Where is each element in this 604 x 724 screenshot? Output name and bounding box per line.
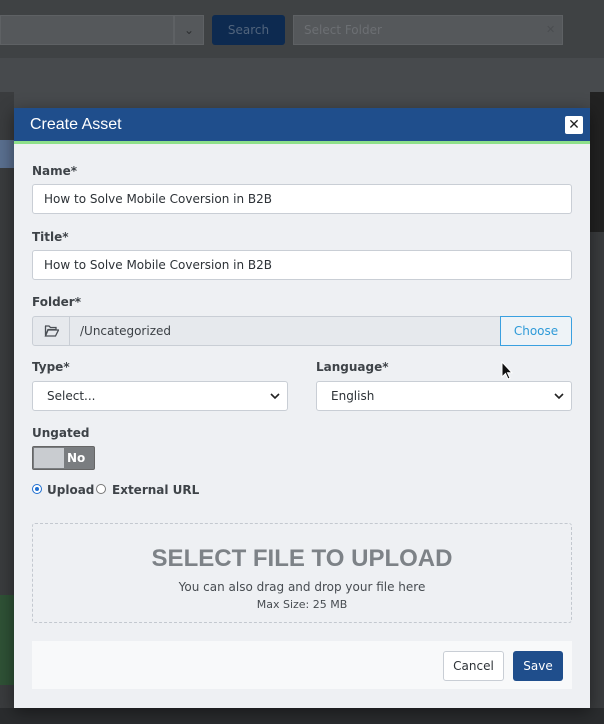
dropzone-title: SELECT FILE TO UPLOAD	[151, 545, 453, 572]
toggle-state-label: No	[67, 451, 86, 465]
ungated-toggle[interactable]: No	[32, 446, 95, 470]
dropzone-subtitle: You can also drag and drop your file her…	[178, 580, 426, 594]
background-card-left-image	[0, 595, 14, 685]
background-clear-icon: ✕	[546, 23, 556, 36]
chevron-down-icon	[554, 393, 564, 400]
ungated-label: Ungated	[32, 426, 90, 440]
background-filter-select	[0, 15, 174, 45]
upload-radio-label[interactable]: Upload	[47, 483, 94, 497]
background-bottom-strip	[0, 708, 604, 724]
background-card-right-image	[590, 92, 604, 232]
language-select[interactable]: English	[316, 381, 572, 411]
upload-radio[interactable]	[32, 484, 42, 494]
type-select-value: Select...	[47, 389, 96, 403]
header-accent-line	[14, 141, 590, 144]
title-input[interactable]: How to Solve Mobile Coversion in B2B	[32, 250, 572, 280]
folder-open-icon	[44, 325, 59, 337]
type-label: Type*	[32, 360, 70, 374]
mouse-cursor-icon	[501, 361, 513, 380]
close-icon: ✕	[568, 117, 580, 133]
modal-footer: Cancel Save	[32, 641, 572, 689]
save-button[interactable]: Save	[513, 651, 563, 681]
background-toolbar: ⌄ Search Select Folder ✕	[0, 0, 604, 58]
type-select[interactable]: Select...	[32, 381, 288, 411]
folder-label: Folder*	[32, 295, 81, 309]
background-search-button: Search	[212, 15, 285, 45]
choose-folder-button[interactable]: Choose	[500, 316, 572, 346]
external-url-radio-label[interactable]: External URL	[112, 483, 199, 497]
folder-input-group: /Uncategorized Choose	[32, 316, 572, 346]
folder-icon-addon	[32, 316, 70, 346]
file-dropzone[interactable]: SELECT FILE TO UPLOAD You can also drag …	[32, 523, 572, 623]
modal-title: Create Asset	[30, 116, 122, 133]
external-url-radio[interactable]	[96, 484, 106, 494]
folder-path-field: /Uncategorized	[69, 316, 501, 346]
dropzone-max-size: Max Size: 25 MB	[256, 598, 348, 611]
toggle-knob	[34, 448, 64, 468]
close-button[interactable]: ✕	[565, 116, 583, 134]
cancel-button[interactable]: Cancel	[443, 651, 504, 681]
modal-header: Create Asset ✕	[14, 108, 590, 141]
language-select-value: English	[331, 389, 375, 403]
name-input[interactable]: How to Solve Mobile Coversion in B2B	[32, 184, 572, 214]
background-folder-select: Select Folder	[293, 15, 563, 45]
create-asset-modal: Create Asset ✕ Name* How to Solve Mobile…	[14, 108, 590, 708]
background-card-left-thumb	[0, 140, 14, 168]
background-chevron-down-icon: ⌄	[174, 15, 204, 45]
name-label: Name*	[32, 164, 78, 178]
chevron-down-icon	[270, 393, 280, 400]
title-label: Title*	[32, 230, 69, 244]
language-label: Language*	[316, 360, 389, 374]
